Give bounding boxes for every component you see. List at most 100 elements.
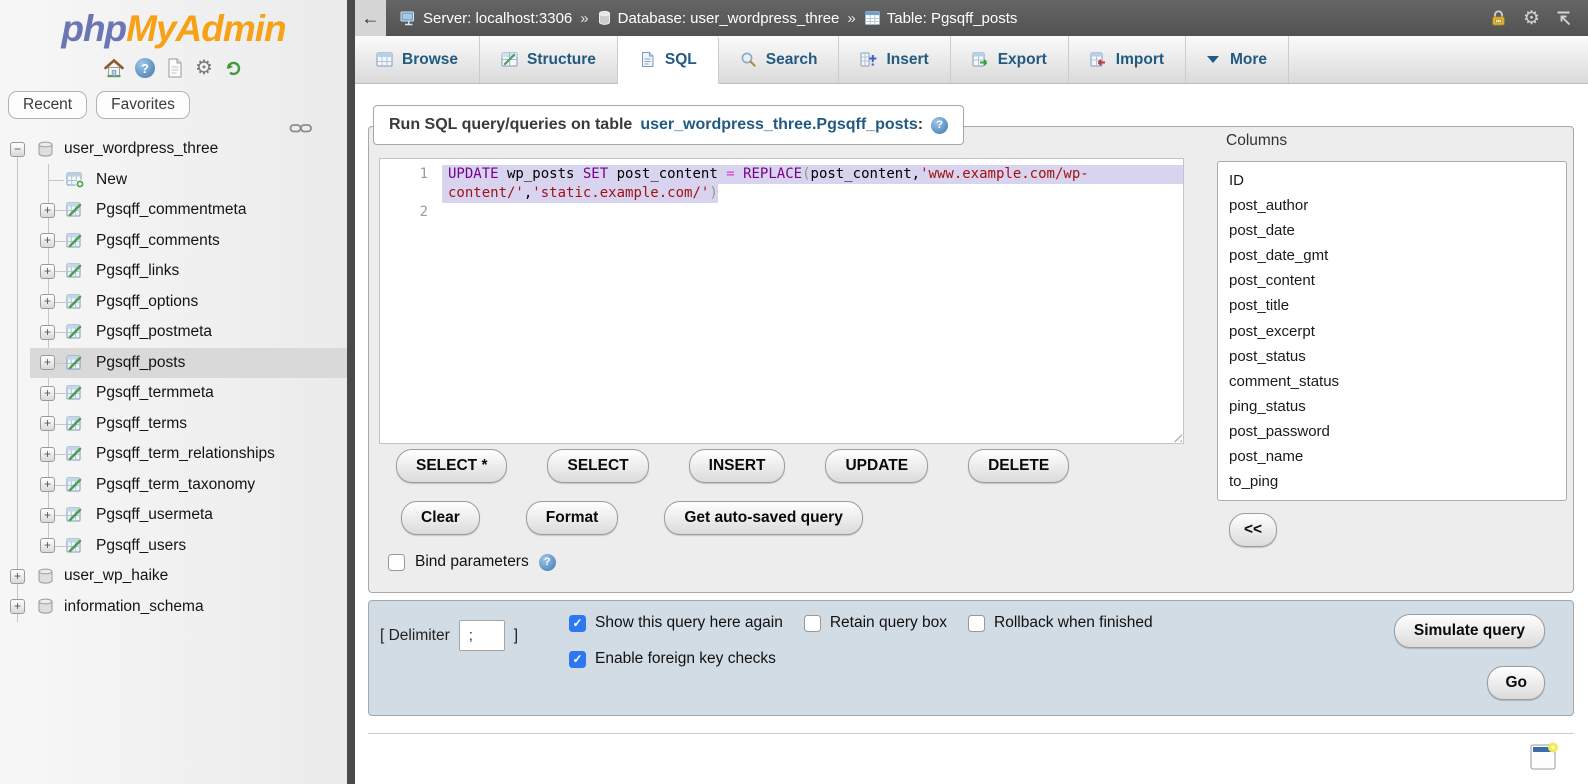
tab-export[interactable]: Export bbox=[951, 36, 1069, 83]
legend-table-link[interactable]: user_wordpress_three.Pgsqff_posts bbox=[640, 116, 917, 134]
show-query-again-option[interactable]: ✓ Show this query here again bbox=[569, 614, 783, 632]
home-icon[interactable] bbox=[103, 57, 125, 79]
column-option[interactable]: ID bbox=[1229, 168, 1566, 193]
column-option[interactable]: post_date bbox=[1229, 218, 1566, 243]
retain-query-box-option[interactable]: Retain query box bbox=[804, 614, 947, 632]
breadcrumb-server[interactable]: Server: localhost:3306 bbox=[400, 10, 572, 27]
go-button[interactable]: Go bbox=[1487, 666, 1545, 700]
tab-import[interactable]: Import bbox=[1069, 36, 1186, 83]
settings-icon[interactable]: ⚙ bbox=[195, 58, 213, 78]
tree-database-user_wp_haike[interactable]: + user_wp_haike bbox=[0, 561, 347, 592]
tab-sql[interactable]: SQL bbox=[618, 36, 719, 84]
page-settings-gear-icon[interactable]: ⚙ bbox=[1523, 9, 1540, 28]
column-option[interactable]: post_title bbox=[1229, 293, 1566, 318]
tree-table-item[interactable]: + Pgsqff_users bbox=[0, 531, 347, 562]
phpmyadmin-logo[interactable]: phpMyAdmin bbox=[0, 8, 347, 50]
tree-new-table[interactable]: New bbox=[0, 165, 347, 196]
tab-search[interactable]: Search bbox=[719, 36, 840, 83]
clear-button[interactable]: Clear bbox=[401, 501, 480, 535]
sql-help-icon[interactable]: ? bbox=[931, 117, 948, 134]
delete-button[interactable]: DELETE bbox=[968, 449, 1069, 483]
expand-icon[interactable]: + bbox=[10, 569, 25, 584]
expand-icon[interactable]: + bbox=[40, 538, 55, 553]
tree-table-item[interactable]: + Pgsqff_terms bbox=[0, 409, 347, 440]
tree-table-item[interactable]: + Pgsqff_comments bbox=[0, 226, 347, 257]
open-new-window-icon[interactable] bbox=[1529, 741, 1558, 776]
columns-listbox[interactable]: ID post_author post_date post_date_gmt p… bbox=[1217, 161, 1567, 501]
tree-table-item-selected[interactable]: + Pgsqff_posts bbox=[0, 348, 347, 379]
column-option[interactable]: comment_status bbox=[1229, 369, 1566, 394]
collapse-top-icon[interactable] bbox=[1555, 10, 1572, 27]
expand-icon[interactable]: + bbox=[40, 233, 55, 248]
breadcrumb-database[interactable]: Database: user_wordpress_three bbox=[597, 10, 840, 27]
tree-database-user_wordpress_three[interactable]: − user_wordpress_three bbox=[0, 134, 347, 165]
breadcrumb-table[interactable]: Table: Pgsqff_posts bbox=[864, 10, 1018, 27]
column-option[interactable]: post_author bbox=[1229, 193, 1566, 218]
update-button[interactable]: UPDATE bbox=[825, 449, 928, 483]
tree-table-item[interactable]: + Pgsqff_termmeta bbox=[0, 378, 347, 409]
tab-structure[interactable]: Structure bbox=[480, 36, 618, 83]
delimiter-input[interactable] bbox=[459, 620, 505, 651]
tree-table-item[interactable]: + Pgsqff_commentmeta bbox=[0, 195, 347, 226]
retain-query-box-checkbox[interactable] bbox=[804, 615, 821, 632]
column-option[interactable]: ping_status bbox=[1229, 394, 1566, 419]
collapse-columns-button[interactable]: << bbox=[1229, 513, 1277, 547]
delimiter-close-label: ] bbox=[514, 627, 518, 645]
tree-table-item[interactable]: + Pgsqff_postmeta bbox=[0, 317, 347, 348]
refresh-icon[interactable] bbox=[223, 58, 244, 79]
tree-table-item[interactable]: + Pgsqff_term_taxonomy bbox=[0, 470, 347, 501]
column-option[interactable]: post_password bbox=[1229, 419, 1566, 444]
format-button[interactable]: Format bbox=[526, 501, 619, 535]
expand-icon[interactable]: + bbox=[40, 477, 55, 492]
column-option[interactable]: post_excerpt bbox=[1229, 319, 1566, 344]
column-option[interactable]: post_content bbox=[1229, 268, 1566, 293]
rollback-checkbox[interactable] bbox=[968, 615, 985, 632]
favorites-button[interactable]: Favorites bbox=[96, 91, 190, 119]
rollback-when-finished-option[interactable]: Rollback when finished bbox=[968, 614, 1153, 632]
back-button[interactable]: ← bbox=[355, 0, 386, 36]
enable-foreign-key-checks-option[interactable]: ✓ Enable foreign key checks bbox=[569, 650, 776, 668]
foreign-key-checkbox[interactable]: ✓ bbox=[569, 651, 586, 668]
simulate-query-button[interactable]: Simulate query bbox=[1394, 614, 1545, 648]
expand-icon[interactable]: + bbox=[40, 508, 55, 523]
get-auto-saved-query-button[interactable]: Get auto-saved query bbox=[664, 501, 863, 535]
tree-table-item[interactable]: + Pgsqff_usermeta bbox=[0, 500, 347, 531]
column-option[interactable]: to_ping bbox=[1229, 469, 1566, 494]
column-option[interactable]: post_date_gmt bbox=[1229, 243, 1566, 268]
select-button[interactable]: SELECT bbox=[547, 449, 648, 483]
tab-label: SQL bbox=[665, 51, 697, 69]
sidebar-resize-handle[interactable] bbox=[347, 0, 355, 784]
expand-icon[interactable]: + bbox=[40, 294, 55, 309]
editor-resize-grip[interactable] bbox=[1170, 430, 1182, 442]
expand-icon[interactable]: + bbox=[10, 599, 25, 614]
docs-icon[interactable] bbox=[165, 57, 185, 79]
tab-browse[interactable]: Browse bbox=[355, 36, 480, 83]
insert-button[interactable]: INSERT bbox=[689, 449, 786, 483]
tab-insert[interactable]: Insert bbox=[839, 36, 950, 83]
expand-icon[interactable]: + bbox=[40, 386, 55, 401]
column-option[interactable]: post_status bbox=[1229, 344, 1566, 369]
table-name: Pgsqff_posts bbox=[96, 354, 185, 372]
bind-parameters-checkbox[interactable] bbox=[388, 554, 405, 571]
expand-icon[interactable]: + bbox=[40, 447, 55, 462]
expand-icon[interactable]: + bbox=[40, 355, 55, 370]
show-query-again-checkbox[interactable]: ✓ bbox=[569, 615, 586, 632]
expand-icon[interactable]: + bbox=[40, 416, 55, 431]
table-name: Pgsqff_links bbox=[96, 262, 179, 280]
ssl-lock-icon[interactable] bbox=[1489, 9, 1508, 27]
bind-parameters-help-icon[interactable]: ? bbox=[539, 554, 556, 571]
sql-editor[interactable]: 1 UPDATE wp_posts SET post_content = REP… bbox=[379, 158, 1184, 444]
tree-table-item[interactable]: + Pgsqff_options bbox=[0, 287, 347, 318]
select-star-button[interactable]: SELECT * bbox=[396, 449, 507, 483]
recent-button[interactable]: Recent bbox=[8, 91, 87, 119]
expand-icon[interactable]: + bbox=[40, 264, 55, 279]
tree-table-item[interactable]: + Pgsqff_links bbox=[0, 256, 347, 287]
help-icon[interactable]: ? bbox=[135, 58, 155, 78]
column-option[interactable]: post_name bbox=[1229, 444, 1566, 469]
tree-table-item[interactable]: + Pgsqff_term_relationships bbox=[0, 439, 347, 470]
expand-icon[interactable]: + bbox=[40, 325, 55, 340]
expand-icon[interactable]: + bbox=[40, 203, 55, 218]
tab-more[interactable]: More bbox=[1186, 36, 1289, 83]
collapse-expander-icon[interactable]: − bbox=[10, 142, 25, 157]
tree-database-information_schema[interactable]: + information_schema bbox=[0, 592, 347, 623]
